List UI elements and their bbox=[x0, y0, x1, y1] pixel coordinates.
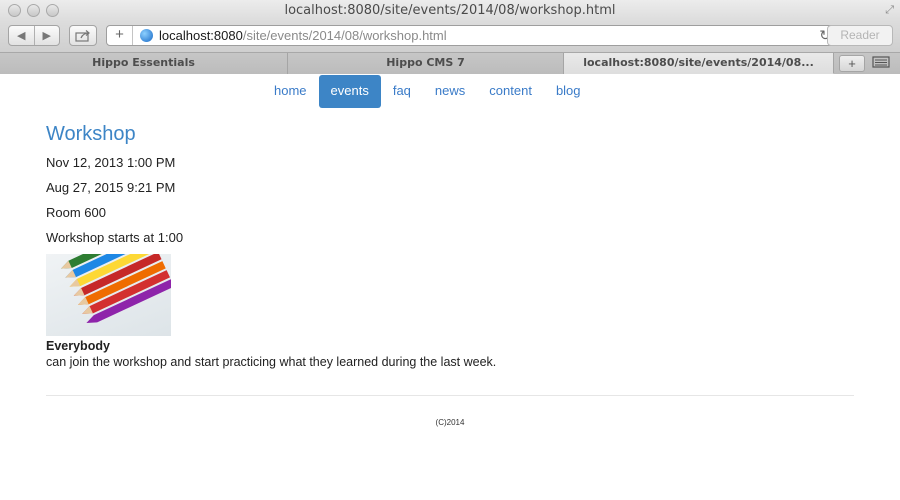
colored-pencils-image bbox=[46, 254, 171, 336]
event-start-date: Nov 12, 2013 1:00 PM bbox=[46, 155, 176, 170]
share-button[interactable] bbox=[69, 25, 97, 46]
new-tab-button[interactable]: + bbox=[839, 55, 865, 72]
url-host: localhost:8080 bbox=[159, 28, 243, 43]
window-titlebar: localhost:8080/site/events/2014/08/works… bbox=[0, 0, 900, 22]
url-path: /site/events/2014/08/workshop.html bbox=[242, 28, 447, 43]
event-summary: Workshop starts at 1:00 bbox=[46, 230, 184, 245]
share-icon bbox=[75, 29, 90, 42]
tab-hippo-cms[interactable]: Hippo CMS 7 bbox=[288, 53, 564, 74]
nav-faq[interactable]: faq bbox=[381, 75, 423, 108]
browser-toolbar: ◀ ▶ + localhost:8080/site/events/2014/08… bbox=[0, 22, 900, 52]
footer-copyright: (C)2014 bbox=[435, 418, 465, 427]
page-title: Workshop bbox=[46, 123, 136, 145]
footer-divider bbox=[46, 395, 854, 396]
article: Workshop Nov 12, 2013 1:00 PM Aug 27, 20… bbox=[46, 123, 854, 369]
tab-workshop-active[interactable]: localhost:8080/site/events/2014/08... bbox=[564, 53, 834, 74]
event-location: Room 600 bbox=[46, 205, 106, 220]
window-title: localhost:8080/site/events/2014/08/works… bbox=[284, 3, 616, 18]
nav-home[interactable]: home bbox=[262, 75, 319, 108]
caption-text: can join the workshop and start practici… bbox=[46, 355, 497, 369]
reader-button[interactable]: Reader bbox=[827, 25, 893, 46]
site-nav: home events faq news content blog bbox=[262, 75, 593, 108]
url-text[interactable]: localhost:8080/site/events/2014/08/works… bbox=[159, 28, 447, 43]
nav-events[interactable]: events bbox=[318, 75, 381, 108]
forward-arrow-icon[interactable]: ▶ bbox=[34, 29, 59, 42]
tab-bar: Hippo Essentials Hippo CMS 7 localhost:8… bbox=[0, 52, 900, 74]
event-end-date: Aug 27, 2015 9:21 PM bbox=[46, 180, 176, 195]
back-arrow-icon[interactable]: ◀ bbox=[9, 29, 34, 42]
tab-overview-icon[interactable] bbox=[872, 56, 892, 70]
globe-icon bbox=[140, 29, 153, 42]
nav-blog[interactable]: blog bbox=[544, 75, 593, 108]
back-forward-control: ◀ ▶ bbox=[8, 25, 60, 46]
fullscreen-icon[interactable]: ⤢ bbox=[885, 4, 894, 17]
address-bar[interactable]: + localhost:8080/site/events/2014/08/wor… bbox=[106, 25, 838, 46]
nav-news[interactable]: news bbox=[423, 75, 477, 108]
web-page: home events faq news content blog Worksh… bbox=[0, 75, 900, 500]
caption-heading: Everybody bbox=[46, 339, 110, 353]
nav-content[interactable]: content bbox=[477, 75, 544, 108]
add-bookmark-icon[interactable]: + bbox=[107, 26, 133, 45]
tab-hippo-essentials[interactable]: Hippo Essentials bbox=[0, 53, 288, 74]
